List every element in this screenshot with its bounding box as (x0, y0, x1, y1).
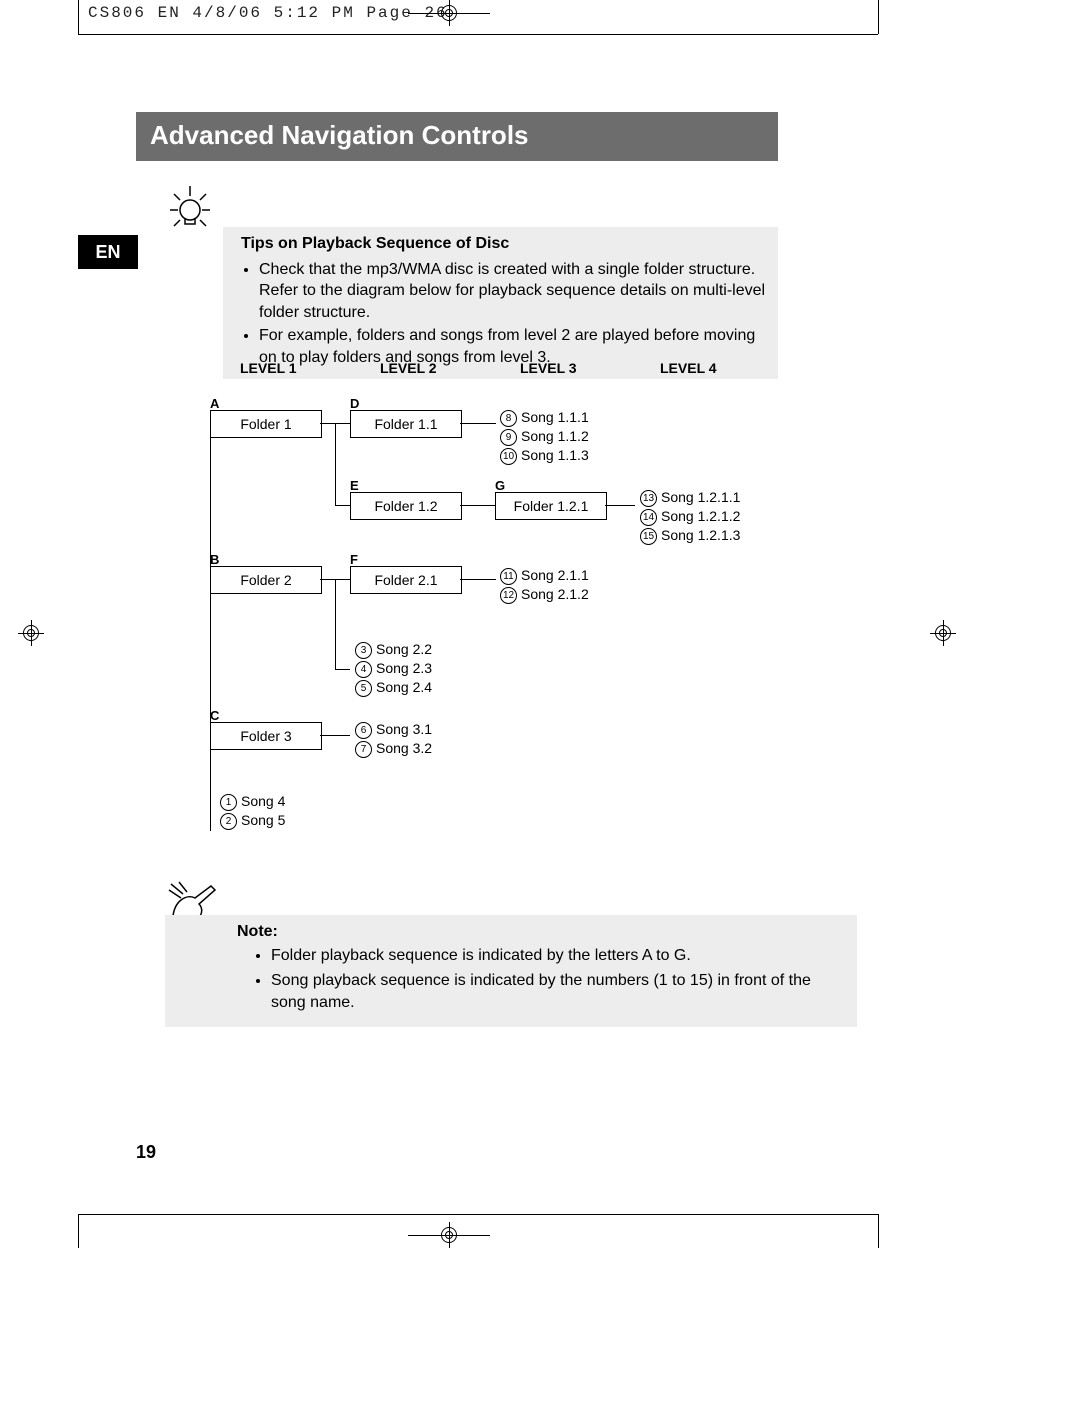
song-group: 11Song 2.1.1 12Song 2.1.2 (500, 566, 589, 604)
tips-block: Tips on Playback Sequence of Disc Check … (223, 227, 778, 379)
song-group: 3Song 2.2 4Song 2.3 5Song 2.4 (355, 640, 432, 697)
folder-box: Folder 1 (210, 410, 322, 438)
crop-mark (878, 1214, 879, 1248)
folder-label: G (495, 478, 505, 493)
note-title: Note: (237, 921, 847, 943)
level-header: LEVEL 3 (520, 360, 577, 376)
song-group: 6Song 3.1 7Song 3.2 (355, 720, 432, 758)
crop-mark (878, 0, 879, 34)
lightbulb-icon (160, 180, 220, 240)
note-block: Note: Folder playback sequence is indica… (165, 915, 857, 1027)
crop-mark (408, 13, 490, 14)
note-item: Folder playback sequence is indicated by… (271, 945, 847, 967)
crop-mark (78, 1214, 878, 1215)
folder-label: D (350, 396, 359, 411)
page: CS806 EN 4/8/06 5:12 PM Page 26 EN Advan… (0, 0, 1080, 1414)
folder-box: Folder 1.1 (350, 410, 462, 438)
folder-box: Folder 1.2.1 (495, 492, 607, 520)
tips-title: Tips on Playback Sequence of Disc (241, 233, 768, 255)
folder-label: E (350, 478, 359, 493)
folder-box: Folder 1.2 (350, 492, 462, 520)
folder-label: C (210, 708, 219, 723)
crop-mark (78, 34, 878, 35)
print-slug: CS806 EN 4/8/06 5:12 PM Page 26 (88, 4, 448, 22)
crop-mark (78, 0, 79, 34)
page-number: 19 (136, 1142, 156, 1163)
level-header: LEVEL 4 (660, 360, 717, 376)
level-header: LEVEL 2 (380, 360, 437, 376)
crop-mark (78, 1214, 79, 1248)
content-area: Advanced Navigation Controls Tips on Pla… (78, 112, 778, 379)
registration-mark (18, 620, 44, 646)
folder-label: F (350, 552, 358, 567)
level-header: LEVEL 1 (240, 360, 297, 376)
song-group: 13Song 1.2.1.1 14Song 1.2.1.2 15Song 1.2… (640, 488, 740, 545)
folder-box: Folder 2 (210, 566, 322, 594)
tips-item: Check that the mp3/WMA disc is created w… (259, 259, 768, 324)
folder-box: Folder 2.1 (350, 566, 462, 594)
folder-box: Folder 3 (210, 722, 322, 750)
section-banner: Advanced Navigation Controls (136, 112, 778, 161)
folder-label: A (210, 396, 219, 411)
playback-sequence-diagram: LEVEL 1 LEVEL 2 LEVEL 3 LEVEL 4 A Folder… (200, 360, 860, 850)
registration-mark (930, 620, 956, 646)
song-group: 8Song 1.1.1 9Song 1.1.2 10Song 1.1.3 (500, 408, 589, 465)
crop-mark (408, 1235, 490, 1236)
note-item: Song playback sequence is indicated by t… (271, 970, 847, 1015)
folder-label: B (210, 552, 219, 567)
song-group: 1Song 4 2Song 5 (220, 792, 285, 830)
